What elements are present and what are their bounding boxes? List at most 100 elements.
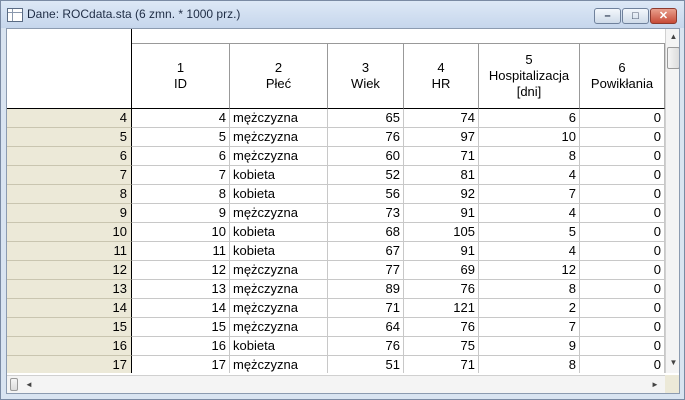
scroll-down-icon[interactable]: ▼ [666,355,679,371]
row-header[interactable]: 12 [7,261,132,280]
table-cell-wiek[interactable]: 64 [328,318,404,337]
row-header[interactable]: 9 [7,204,132,223]
table-cell-wiek[interactable]: 76 [328,337,404,356]
table-cell-id[interactable]: 14 [132,299,230,318]
table-cell-wiek[interactable]: 89 [328,280,404,299]
table-cell-pow[interactable]: 0 [580,261,665,280]
table-cell-pow[interactable]: 0 [580,223,665,242]
column-header-6[interactable]: 6 Powikłania [580,44,665,109]
table-cell-hr[interactable]: 121 [404,299,479,318]
table-cell-hr[interactable]: 74 [404,109,479,128]
table-cell-plec[interactable]: mężczyzna [230,318,328,337]
table-cell-hosp[interactable]: 10 [479,128,580,147]
row-header[interactable]: 13 [7,280,132,299]
table-cell-hosp[interactable]: 5 [479,223,580,242]
table-cell-wiek[interactable]: 67 [328,242,404,261]
table-cell-hr[interactable]: 92 [404,185,479,204]
table-cell-plec[interactable]: mężczyzna [230,109,328,128]
table-cell-pow[interactable]: 0 [580,204,665,223]
table-cell-hr[interactable]: 91 [404,204,479,223]
table-cell-hr[interactable]: 97 [404,128,479,147]
table-cell-pow[interactable]: 0 [580,337,665,356]
scroll-left-icon[interactable]: ◄ [21,376,37,393]
table-cell-plec[interactable]: mężczyzna [230,261,328,280]
table-cell-id[interactable]: 5 [132,128,230,147]
grid-corner-cell[interactable] [7,29,132,109]
column-header-4[interactable]: 4 HR [404,44,479,109]
table-cell-wiek[interactable]: 77 [328,261,404,280]
size-grip[interactable] [665,375,679,393]
table-cell-plec[interactable]: mężczyzna [230,280,328,299]
table-cell-wiek[interactable]: 68 [328,223,404,242]
table-cell-hr[interactable]: 75 [404,337,479,356]
table-cell-hosp[interactable]: 4 [479,242,580,261]
table-cell-hr[interactable]: 71 [404,356,479,373]
table-cell-wiek[interactable]: 65 [328,109,404,128]
table-cell-wiek[interactable]: 60 [328,147,404,166]
row-header[interactable]: 4 [7,109,132,128]
table-cell-hr[interactable]: 71 [404,147,479,166]
column-header-1[interactable]: 1 ID [132,44,230,109]
table-cell-pow[interactable]: 0 [580,128,665,147]
table-cell-hosp[interactable]: 8 [479,147,580,166]
vertical-scroll-thumb[interactable] [667,47,679,69]
row-header[interactable]: 6 [7,147,132,166]
table-cell-plec[interactable]: kobieta [230,223,328,242]
table-cell-plec[interactable]: kobieta [230,242,328,261]
table-cell-hr[interactable]: 105 [404,223,479,242]
table-cell-plec[interactable]: kobieta [230,166,328,185]
table-cell-plec[interactable]: mężczyzna [230,356,328,373]
table-cell-hosp[interactable]: 7 [479,185,580,204]
spreadsheet-icon[interactable] [7,8,23,22]
table-cell-hosp[interactable]: 6 [479,109,580,128]
table-cell-hosp[interactable]: 12 [479,261,580,280]
table-cell-hosp[interactable]: 7 [479,318,580,337]
table-cell-id[interactable]: 11 [132,242,230,261]
table-cell-wiek[interactable]: 71 [328,299,404,318]
table-cell-hosp[interactable]: 2 [479,299,580,318]
table-cell-hr[interactable]: 69 [404,261,479,280]
row-header[interactable]: 17 [7,356,132,373]
vertical-scrollbar[interactable]: ▲ ▼ [665,29,679,373]
horizontal-scroll-thumb[interactable] [10,378,18,391]
table-cell-pow[interactable]: 0 [580,166,665,185]
row-header[interactable]: 8 [7,185,132,204]
row-header[interactable]: 7 [7,166,132,185]
table-cell-id[interactable]: 10 [132,223,230,242]
table-cell-id[interactable]: 4 [132,109,230,128]
table-cell-id[interactable]: 7 [132,166,230,185]
table-cell-hosp[interactable]: 4 [479,166,580,185]
table-cell-pow[interactable]: 0 [580,147,665,166]
table-cell-wiek[interactable]: 52 [328,166,404,185]
table-cell-plec[interactable]: mężczyzna [230,299,328,318]
table-cell-plec[interactable]: kobieta [230,185,328,204]
row-header[interactable]: 14 [7,299,132,318]
table-cell-pow[interactable]: 0 [580,356,665,373]
row-header[interactable]: 16 [7,337,132,356]
title-bar[interactable]: Dane: ROCdata.sta (6 zmn. * 1000 prz.) –… [1,1,684,28]
scroll-up-icon[interactable]: ▲ [666,29,679,45]
table-cell-hr[interactable]: 81 [404,166,479,185]
column-header-3[interactable]: 3 Wiek [328,44,404,109]
table-cell-pow[interactable]: 0 [580,109,665,128]
table-cell-id[interactable]: 15 [132,318,230,337]
table-cell-hr[interactable]: 76 [404,280,479,299]
table-cell-plec[interactable]: mężczyzna [230,128,328,147]
table-cell-id[interactable]: 12 [132,261,230,280]
horizontal-scrollbar[interactable]: ◄ ► [7,375,665,393]
table-cell-wiek[interactable]: 76 [328,128,404,147]
table-cell-hr[interactable]: 91 [404,242,479,261]
close-button[interactable]: ✕ [650,8,677,24]
table-cell-plec[interactable]: kobieta [230,337,328,356]
table-cell-wiek[interactable]: 73 [328,204,404,223]
table-cell-wiek[interactable]: 56 [328,185,404,204]
table-cell-plec[interactable]: mężczyzna [230,204,328,223]
table-cell-pow[interactable]: 0 [580,280,665,299]
row-header[interactable]: 11 [7,242,132,261]
table-cell-plec[interactable]: mężczyzna [230,147,328,166]
table-cell-hosp[interactable]: 4 [479,204,580,223]
table-cell-pow[interactable]: 0 [580,299,665,318]
table-cell-pow[interactable]: 0 [580,185,665,204]
maximize-button[interactable]: □ [622,8,649,24]
table-cell-hosp[interactable]: 9 [479,337,580,356]
